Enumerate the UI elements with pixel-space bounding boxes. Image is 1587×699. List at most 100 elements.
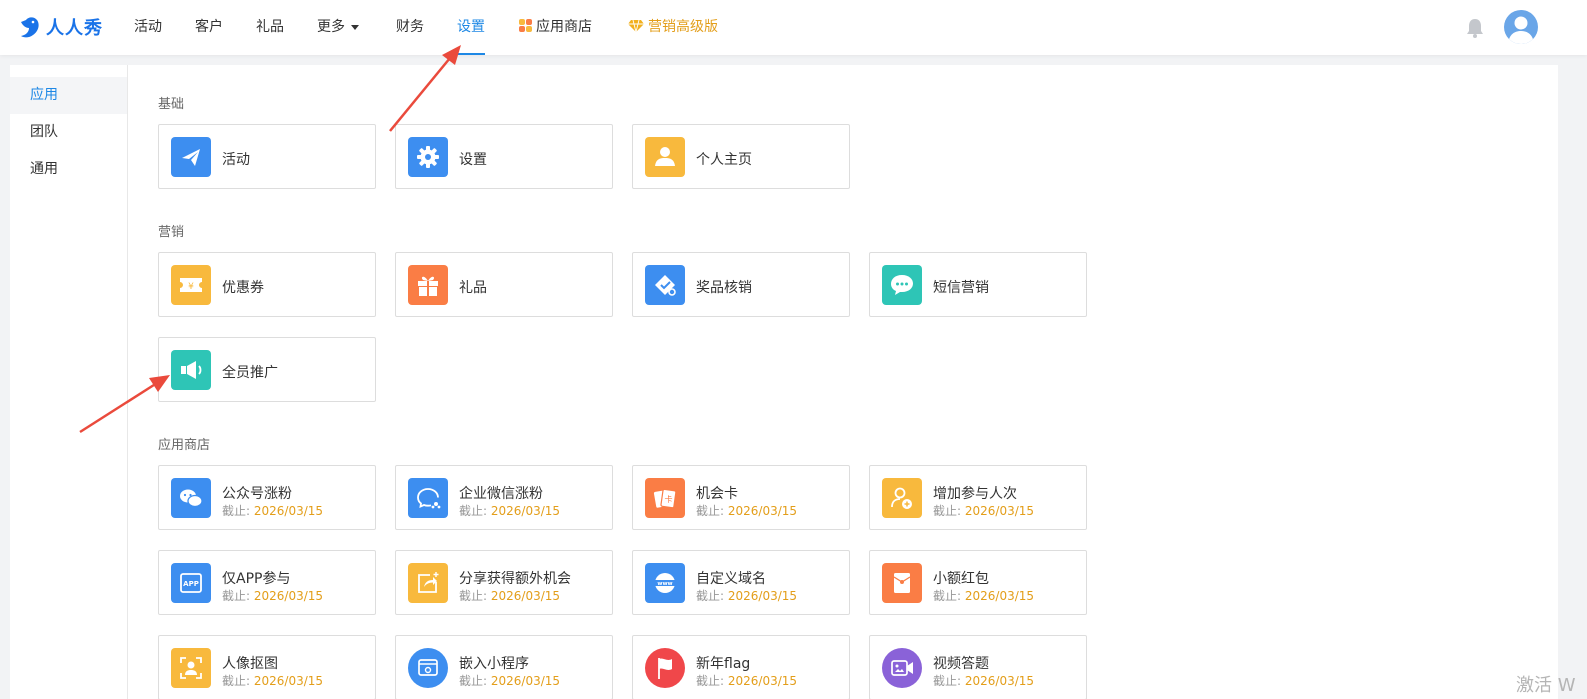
expire-date: 2026/03/15 [490,589,561,603]
card-add-participation[interactable]: 增加参与人次 截止: 2026/03/15 [869,465,1087,530]
card-label: 嵌入小程序 [459,656,529,672]
expire-date: 2026/03/15 [490,504,561,518]
expire-label: 截止: [459,504,491,518]
expire-date: 2026/03/15 [964,504,1035,518]
card-label: 新年flag [696,656,751,672]
card-label: 人像抠图 [222,656,278,672]
chat-bubble-icon [882,265,922,305]
section-title-marketing: 营销 [158,225,185,240]
expire-label: 截止: [933,504,965,518]
main-content: 基础 活动 设置 个人主页 营销 ¥ 优惠券 礼品 奖品核销 短信营销 全员推广… [128,65,1558,699]
expire-date: 2026/03/15 [727,674,798,688]
card-coupon[interactable]: ¥ 优惠券 [158,252,376,317]
expire-text: 截止: 2026/03/15 [459,672,560,689]
card-label: 分享获得额外机会 [459,571,571,587]
nav-app-store[interactable]: 应用商店 [519,0,592,55]
card-chance-card[interactable]: 卡 机会卡 截止: 2026/03/15 [632,465,850,530]
add-user-icon [882,478,922,518]
card-small-red-packet[interactable]: 小额红包 截止: 2026/03/15 [869,550,1087,615]
card-label: 小额红包 [933,571,989,587]
expire-text: 截止: 2026/03/15 [933,587,1034,604]
svg-text:APP: APP [183,580,199,588]
expire-text: 截止: 2026/03/15 [459,502,560,519]
nav-activity[interactable]: 活动 [134,0,162,55]
expire-label: 截止: [459,589,491,603]
card-wecom-growth[interactable]: 企业微信涨粉 截止: 2026/03/15 [395,465,613,530]
nav-more-label: 更多 [317,19,345,35]
brand-name: 人人秀 [46,18,103,39]
expire-label: 截止: [222,589,254,603]
mini-program-icon [408,648,448,688]
caret-down-icon [351,24,359,30]
red-packet-icon [882,563,922,603]
card-label: 优惠券 [222,280,264,296]
cards-icon: 卡 [645,478,685,518]
card-label: 设置 [459,152,487,168]
sidebar-item-apps[interactable]: 应用 [10,77,127,114]
card-label: 全员推广 [222,365,278,381]
card-embed-mini-program[interactable]: 嵌入小程序 截止: 2026/03/15 [395,635,613,699]
section-title-app-store: 应用商店 [158,438,211,453]
card-settings[interactable]: 设置 [395,124,613,189]
card-label: 视频答题 [933,656,989,672]
expire-text: 截止: 2026/03/15 [696,672,797,689]
card-sms-marketing[interactable]: 短信营销 [869,252,1087,317]
expire-label: 截止: [933,589,965,603]
user-avatar[interactable] [1504,10,1538,44]
expire-text: 截止: 2026/03/15 [222,587,323,604]
card-prize-redemption[interactable]: 奖品核销 [632,252,850,317]
bell-icon[interactable] [1466,18,1484,38]
card-activity[interactable]: 活动 [158,124,376,189]
coupon-icon: ¥ [171,265,211,305]
diamond-icon [628,19,644,33]
expire-date: 2026/03/15 [727,589,798,603]
nav-customers[interactable]: 客户 [195,0,223,55]
card-app-only[interactable]: APP 仅APP参与 截止: 2026/03/15 [158,550,376,615]
flag-icon [645,648,685,688]
card-official-account-growth[interactable]: 公众号涨粉 截止: 2026/03/15 [158,465,376,530]
app-grid-icon [519,19,532,32]
gear-icon [408,137,448,177]
card-label: 仅APP参与 [222,571,291,587]
sidebar-item-team[interactable]: 团队 [10,114,127,151]
sidebar-item-general[interactable]: 通用 [10,151,127,188]
app-icon: APP [171,563,211,603]
card-share-extra-chance[interactable]: 分享获得额外机会 截止: 2026/03/15 [395,550,613,615]
card-label: 短信营销 [933,280,989,296]
nav-finance[interactable]: 财务 [396,0,424,55]
expire-text: 截止: 2026/03/15 [222,502,323,519]
expire-date: 2026/03/15 [964,674,1035,688]
expire-label: 截止: [696,674,728,688]
svg-text:¥: ¥ [188,282,194,292]
nav-more[interactable]: 更多 [317,0,359,55]
nav-app-store-label: 应用商店 [536,19,592,35]
card-custom-domain[interactable]: www 自定义域名 截止: 2026/03/15 [632,550,850,615]
ticket-check-icon [645,265,685,305]
expire-text: 截止: 2026/03/15 [222,672,323,689]
nav-gifts[interactable]: 礼品 [256,0,284,55]
card-label: 增加参与人次 [933,486,1017,502]
expire-label: 截止: [459,674,491,688]
card-label: 公众号涨粉 [222,486,292,502]
share-icon [408,563,448,603]
portrait-frame-icon [171,648,211,688]
top-navbar: 人人秀 活动 客户 礼品 更多 财务 设置 应用商店 营销高级版 [0,0,1587,55]
card-video-quiz[interactable]: 视频答题 截止: 2026/03/15 [869,635,1087,699]
card-personal-homepage[interactable]: 个人主页 [632,124,850,189]
card-label: 个人主页 [696,152,752,168]
card-new-year-flag[interactable]: 新年flag 截止: 2026/03/15 [632,635,850,699]
card-all-staff-promotion[interactable]: 全员推广 [158,337,376,402]
expire-date: 2026/03/15 [727,504,798,518]
nav-marketing-premium-label: 营销高级版 [648,19,718,35]
nav-settings[interactable]: 设置 [457,0,485,55]
brand-logo[interactable]: 人人秀 [18,12,103,42]
expire-text: 截止: 2026/03/15 [696,587,797,604]
card-label: 奖品核销 [696,280,752,296]
expire-text: 截止: 2026/03/15 [459,587,560,604]
card-portrait-cutout[interactable]: 人像抠图 截止: 2026/03/15 [158,635,376,699]
wecom-icon [408,478,448,518]
nav-marketing-premium[interactable]: 营销高级版 [628,0,718,55]
expire-label: 截止: [222,674,254,688]
card-gift[interactable]: 礼品 [395,252,613,317]
svg-text:卡: 卡 [665,494,673,504]
